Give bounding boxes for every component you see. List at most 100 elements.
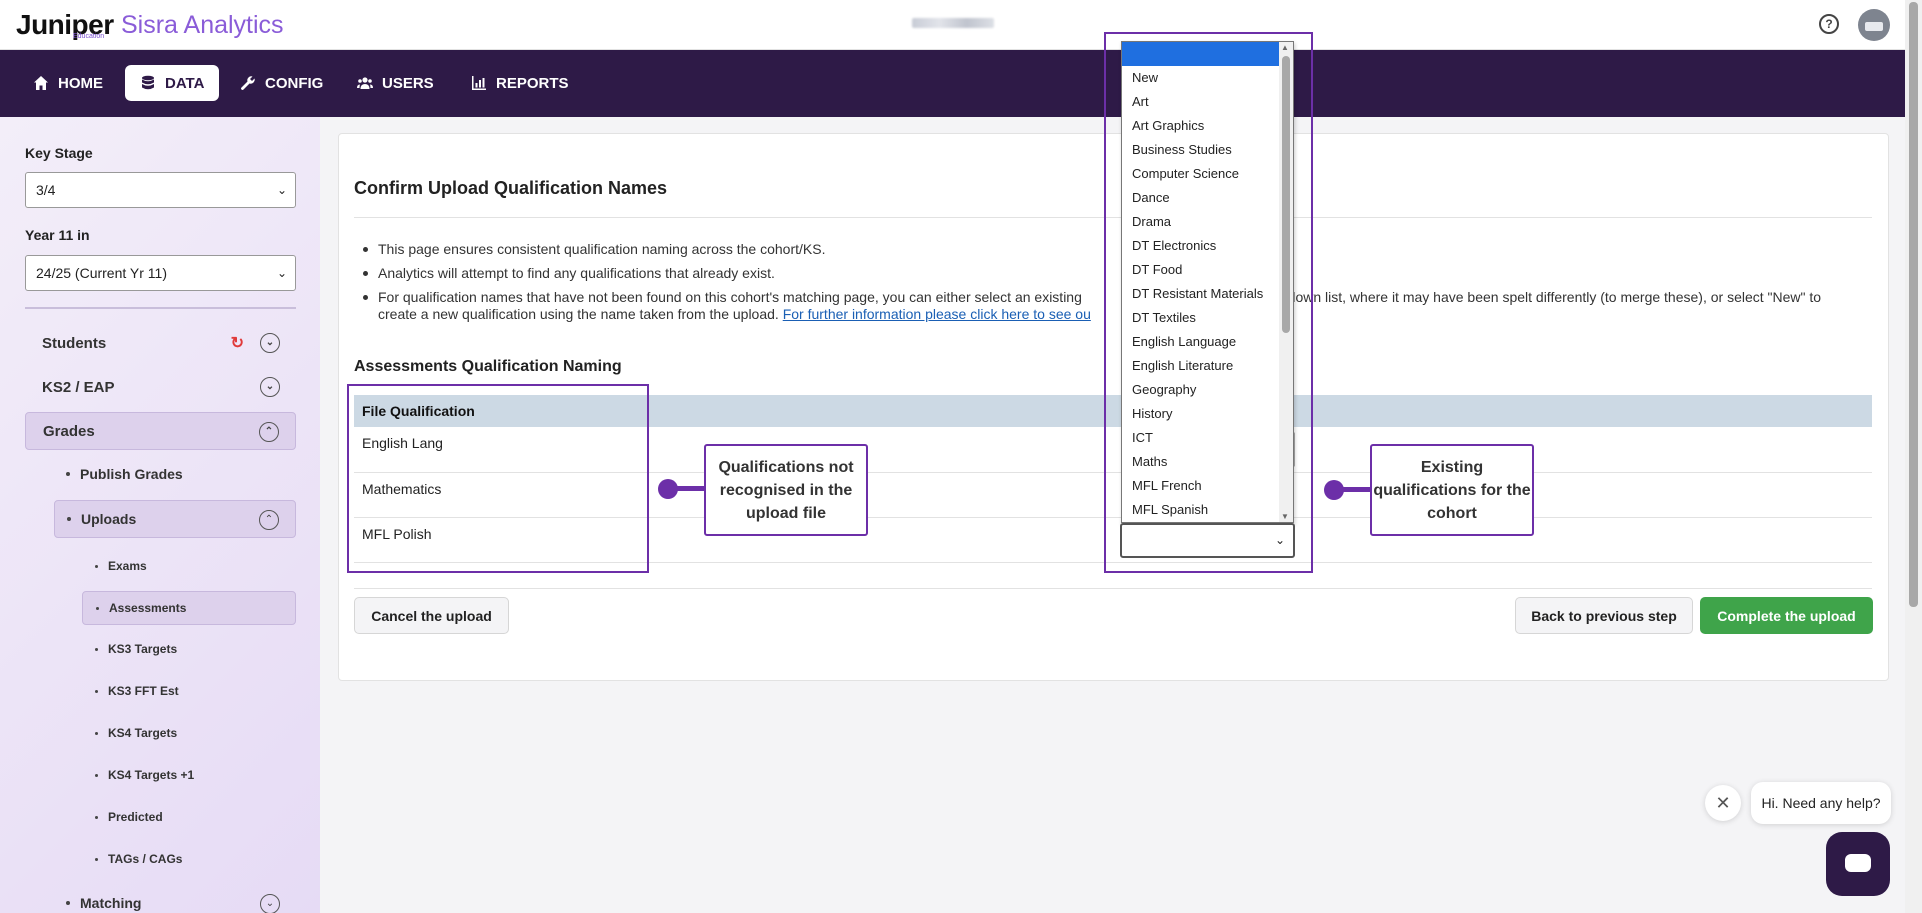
sidebar-item-label: Predicted <box>108 810 163 824</box>
bullet-dot <box>96 606 99 610</box>
qualification-select[interactable]: ⌄ <box>1120 523 1295 558</box>
dropdown-option[interactable]: New <box>1122 66 1293 90</box>
bullet-dot <box>66 901 70 905</box>
dropdown-option[interactable]: DT Food <box>1122 258 1293 282</box>
dropdown-scrollbar[interactable]: ▲ ▼ <box>1279 42 1293 522</box>
dropdown-option[interactable]: English Language <box>1122 330 1293 354</box>
sidebar-item-publish-grades[interactable]: Publish Grades <box>66 466 183 482</box>
callout-not-recognised: Qualifications not recognised in the upl… <box>704 444 868 536</box>
sidebar-item-label: Assessments <box>109 601 187 615</box>
key-stage-select[interactable]: 3/4 ⌄ <box>25 172 296 208</box>
dropdown-option[interactable]: DT Electronics <box>1122 234 1293 258</box>
nav-config[interactable]: CONFIG <box>225 65 338 101</box>
main-nav: HOME DATA CONFIG USERS REPORTS <box>0 50 1905 117</box>
page-title: Confirm Upload Qualification Names <box>354 178 668 198</box>
sidebar-upload-exams[interactable]: Exams <box>82 549 296 583</box>
nav-home[interactable]: HOME <box>18 65 118 101</box>
chat-prompt[interactable]: Hi. Need any help? <box>1751 782 1891 824</box>
sidebar-item-students[interactable]: Students ↻ ⌄ <box>25 324 296 362</box>
bullet-dot <box>95 773 98 777</box>
page-scrollbar[interactable] <box>1905 0 1922 913</box>
dropdown-option[interactable]: Art Graphics <box>1122 114 1293 138</box>
dropdown-option[interactable]: DT Resistant Materials <box>1122 282 1293 306</box>
sidebar-upload-ks4-targets-plus1[interactable]: KS4 Targets +1 <box>82 758 296 792</box>
sidebar-item-grades[interactable]: Grades ⌃ <box>25 412 296 450</box>
dropdown-option-blank[interactable] <box>1122 42 1293 66</box>
nav-users-label: USERS <box>382 74 434 92</box>
key-stage-value: 3/4 <box>36 182 56 198</box>
help-icon[interactable]: ? <box>1819 14 1839 34</box>
sidebar-upload-predicted[interactable]: Predicted <box>82 800 296 834</box>
dropdown-option[interactable]: ICT <box>1122 426 1293 450</box>
nav-data[interactable]: DATA <box>125 65 220 101</box>
dropdown-option[interactable]: Maths <box>1122 450 1293 474</box>
dropdown-scroll-thumb[interactable] <box>1282 56 1290 333</box>
cancel-upload-button[interactable]: Cancel the upload <box>354 597 509 634</box>
dropdown-option[interactable]: Business Studies <box>1122 138 1293 162</box>
info-item-text-line2: create a new qualification using the nam… <box>378 306 779 322</box>
sidebar-upload-ks4-targets[interactable]: KS4 Targets <box>82 716 296 750</box>
nav-data-label: DATA <box>165 74 205 92</box>
bullet-dot <box>95 647 98 651</box>
close-icon[interactable]: ✕ <box>1705 785 1741 821</box>
sidebar-item-ks2[interactable]: KS2 / EAP ⌄ <box>25 368 296 406</box>
sidebar-item-label: Matching <box>80 895 142 911</box>
sidebar-upload-tags-cags[interactable]: TAGs / CAGs <box>82 842 296 876</box>
bullet-dot <box>95 857 98 861</box>
sidebar-upload-ks3-fft[interactable]: KS3 FFT Est <box>82 674 296 708</box>
sidebar-item-label: Exams <box>108 559 147 573</box>
qualification-dropdown-list[interactable]: New Art Art Graphics Business Studies Co… <box>1121 41 1294 523</box>
chevron-up-icon[interactable]: ⌃ <box>259 510 279 530</box>
bullet-dot <box>95 815 98 819</box>
year-select[interactable]: 24/25 (Current Yr 11) ⌄ <box>25 255 296 291</box>
dropdown-option[interactable]: MFL Spanish <box>1122 498 1293 522</box>
bullet-dot <box>67 517 71 521</box>
dropdown-option[interactable]: Drama <box>1122 210 1293 234</box>
complete-upload-button[interactable]: Complete the upload <box>1700 597 1873 634</box>
nav-reports[interactable]: REPORTS <box>456 65 584 101</box>
sidebar-item-matching[interactable]: Matching ⌄ <box>54 884 296 913</box>
avatar[interactable] <box>1858 9 1890 41</box>
dropdown-option[interactable]: English Literature <box>1122 354 1293 378</box>
page-scroll-thumb[interactable] <box>1909 2 1918 607</box>
chevron-up-icon[interactable]: ⌃ <box>259 422 279 442</box>
sidebar-divider <box>25 307 296 309</box>
chevron-down-icon[interactable]: ⌄ <box>260 894 280 913</box>
sidebar-upload-assessments[interactable]: Assessments <box>82 591 296 625</box>
dropdown-option[interactable]: History <box>1122 402 1293 426</box>
sidebar-upload-ks3-targets[interactable]: KS3 Targets <box>82 632 296 666</box>
back-button[interactable]: Back to previous step <box>1515 597 1693 634</box>
bullet-dot <box>95 731 98 735</box>
year-label: Year 11 in <box>25 227 90 243</box>
chevron-down-icon[interactable]: ⌄ <box>260 333 280 353</box>
product-name[interactable]: Sisra Analytics <box>121 11 284 40</box>
info-item-text: For qualification names that have not be… <box>378 289 1082 305</box>
sidebar-item-label: Grades <box>43 422 95 440</box>
scroll-up-icon[interactable]: ▲ <box>1281 43 1289 52</box>
callout-existing: Existing qualifications for the cohort <box>1370 444 1534 536</box>
further-info-link[interactable]: For further information please click her… <box>783 306 1091 322</box>
year-value: 24/25 (Current Yr 11) <box>36 265 167 281</box>
dropdown-option[interactable]: DT Textiles <box>1122 306 1293 330</box>
bullet-dot <box>95 564 98 568</box>
bullet-dot <box>95 689 98 693</box>
chart-icon <box>472 76 486 90</box>
sidebar-item-label: KS2 / EAP <box>42 378 115 396</box>
dropdown-option[interactable]: Dance <box>1122 186 1293 210</box>
refresh-icon: ↻ <box>230 335 244 352</box>
scroll-down-icon[interactable]: ▼ <box>1281 512 1289 521</box>
chat-launcher-button[interactable] <box>1826 832 1890 896</box>
sidebar-item-label: Students <box>42 334 107 352</box>
chevron-down-icon[interactable]: ⌄ <box>260 377 280 397</box>
dropdown-option[interactable]: Computer Science <box>1122 162 1293 186</box>
footer-divider <box>354 588 1872 589</box>
sidebar-item-uploads[interactable]: Uploads ⌃ <box>54 500 296 538</box>
nav-users[interactable]: USERS <box>342 65 449 101</box>
chevron-down-icon: ⌄ <box>276 183 287 197</box>
dropdown-option[interactable]: Art <box>1122 90 1293 114</box>
sidebar-item-label: TAGs / CAGs <box>108 852 183 866</box>
sidebar-item-label: Publish Grades <box>80 466 183 482</box>
dropdown-option[interactable]: MFL French <box>1122 474 1293 498</box>
users-icon <box>357 77 373 89</box>
dropdown-option[interactable]: Geography <box>1122 378 1293 402</box>
